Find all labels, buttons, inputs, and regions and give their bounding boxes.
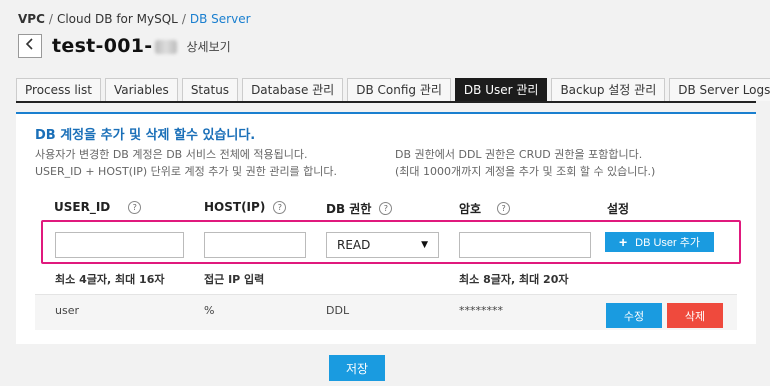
breadcrumb-separator: / <box>48 12 53 26</box>
breadcrumb-cloud-db[interactable]: Cloud DB for MySQL <box>57 12 178 26</box>
delete-button[interactable]: 삭제 <box>667 303 723 328</box>
help-icon[interactable]: ? <box>128 200 142 214</box>
add-db-user-button[interactable]: + DB User 추가 <box>605 232 714 252</box>
row-password: ******** <box>459 304 503 317</box>
plus-icon: + <box>618 234 628 250</box>
host-input[interactable] <box>204 232 306 258</box>
row-user-id: user <box>55 304 79 317</box>
info-line: USER_ID + HOST(IP) 단위로 계정 추가 및 권한 관리를 합니… <box>35 165 338 178</box>
tab-backup[interactable]: Backup 설정 관리 <box>551 78 666 101</box>
user-id-hint: 최소 4글자, 최대 16자 <box>55 273 165 286</box>
tab-db-config[interactable]: DB Config 관리 <box>347 78 451 101</box>
row-host: % <box>204 304 215 317</box>
help-icon[interactable]: ? <box>273 200 287 214</box>
column-label: USER_ID <box>54 200 111 214</box>
tab-status[interactable]: Status <box>181 78 239 101</box>
row-privilege: DDL <box>326 304 350 317</box>
breadcrumb-separator: / <box>181 12 186 26</box>
password-hint: 최소 8글자, 최대 20자 <box>459 273 569 286</box>
info-text-right: DB 권한에서 DDL 권한은 CRUD 권한을 포함합니다. (최대 1000… <box>395 146 655 180</box>
column-header-host: HOST(IP) ? <box>204 200 287 214</box>
caret-down-icon: ▼ <box>421 240 428 250</box>
page-title: test-001- <box>52 35 177 57</box>
redacted-mask <box>154 39 177 54</box>
edit-button[interactable]: 수정 <box>606 303 662 328</box>
breadcrumb: VPC / Cloud DB for MySQL / DB Server <box>18 12 251 26</box>
server-name: test-001- <box>52 35 153 57</box>
password-input[interactable] <box>459 232 591 258</box>
tab-db-user[interactable]: DB User 관리 <box>454 78 548 101</box>
column-label: HOST(IP) <box>204 200 266 214</box>
column-label: 암호 <box>459 202 482 216</box>
breadcrumb-db-server[interactable]: DB Server <box>190 12 251 26</box>
info-text-left: 사용자가 변경한 DB 계정은 DB 서비스 전체에 적용됩니다. USER_I… <box>35 146 337 180</box>
db-user-panel: DB 계정을 추가 및 삭제 할수 있습니다. 사용자가 변경한 DB 계정은 … <box>16 112 756 344</box>
info-line: (최대 1000개까지 계정을 추가 및 조회 할 수 있습니다.) <box>395 165 656 178</box>
back-button[interactable] <box>18 34 42 58</box>
chevron-left-icon <box>25 38 35 54</box>
info-line: DB 권한에서 DDL 권한은 CRUD 권한을 포함합니다. <box>395 148 643 161</box>
breadcrumb-vpc[interactable]: VPC <box>18 12 45 26</box>
page-title-row: test-001- 상세보기 <box>18 34 231 58</box>
help-icon[interactable]: ? <box>497 202 511 215</box>
privilege-select[interactable]: READ ▼ <box>326 232 439 258</box>
info-title: DB 계정을 추가 및 삭제 할수 있습니다. <box>35 128 256 143</box>
user-id-input[interactable] <box>55 232 184 258</box>
help-icon[interactable]: ? <box>379 202 393 215</box>
host-hint: 접근 IP 입력 <box>204 273 265 286</box>
save-button[interactable]: 저장 <box>329 355 385 381</box>
column-label: DB 권한 <box>326 202 372 216</box>
tab-variables[interactable]: Variables <box>104 78 178 101</box>
column-header-privilege: DB 권한 ? <box>326 200 393 217</box>
column-label: 설정 <box>607 202 630 216</box>
privilege-selected: READ <box>337 238 371 252</box>
column-header-settings: 설정 <box>607 200 629 217</box>
column-header-user-id: USER_ID ? <box>54 200 142 214</box>
tab-db-server-logs[interactable]: DB Server Logs <box>669 78 770 101</box>
info-line: 사용자가 변경한 DB 계정은 DB 서비스 전체에 적용됩니다. <box>35 148 308 161</box>
tab-database[interactable]: Database 관리 <box>242 78 344 101</box>
tab-bar: Process list Variables Status Database 관… <box>16 78 770 103</box>
add-db-user-label: DB User 추가 <box>635 237 701 249</box>
column-header-password: 암호 ? <box>459 200 511 217</box>
tab-process-list[interactable]: Process list <box>16 78 101 101</box>
detail-label: 상세보기 <box>186 39 231 54</box>
